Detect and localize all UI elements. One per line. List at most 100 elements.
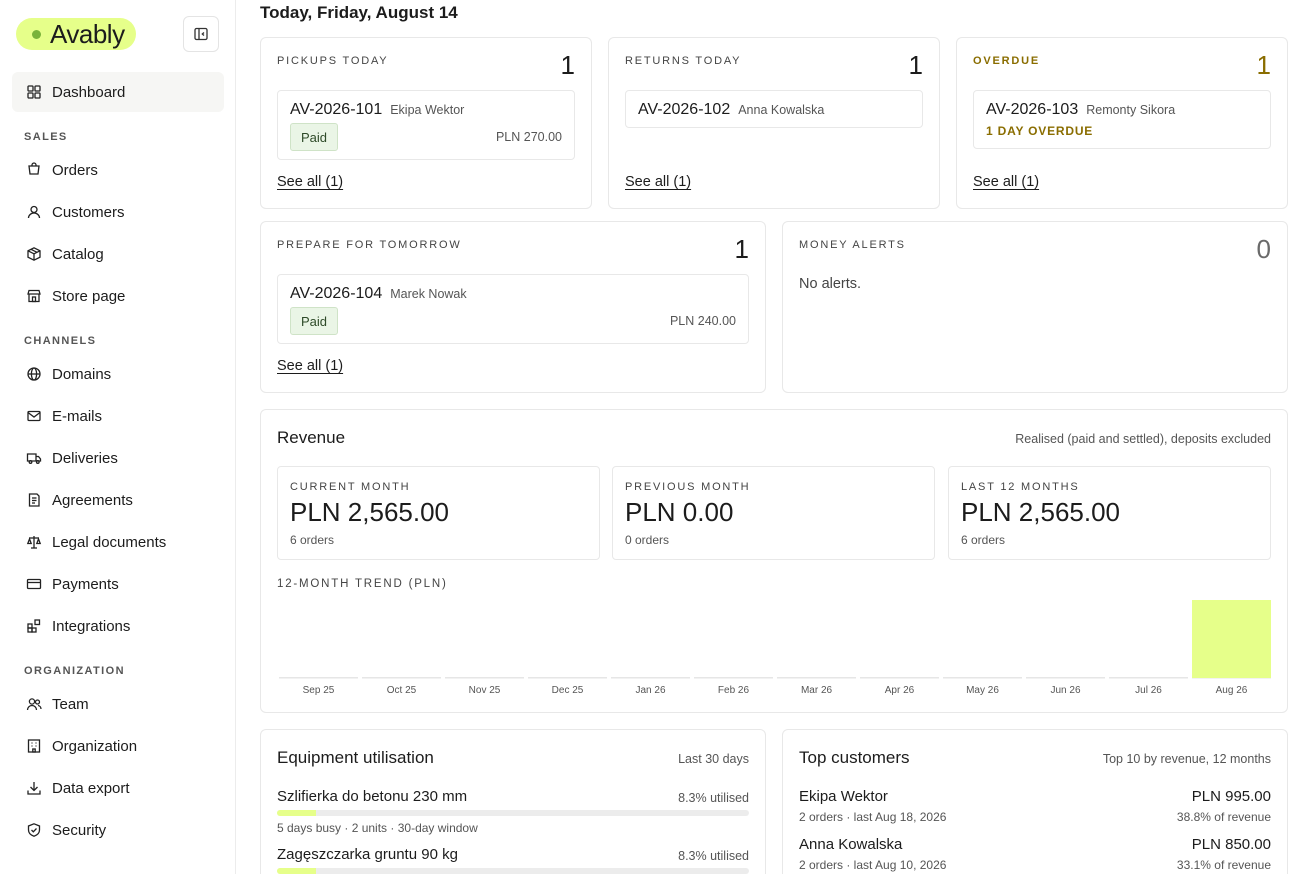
overdue-card: OVERDUE 1 AV-2026-103 Remonty Sikora 1 DA… [956,37,1288,209]
globe-icon [27,367,41,381]
nav-section-organization: ORGANIZATION [24,665,125,677]
trend-tick-label: Sep 25 [303,685,335,696]
sidebar-item-label: Catalog [52,245,104,263]
customer-name[interactable]: Ekipa Wektor [799,788,888,805]
utilisation-bar [277,810,749,816]
order-item[interactable]: AV-2026-102 Anna Kowalska [625,90,923,128]
sidebar-item-payments[interactable]: Payments [12,564,224,604]
brand-name: Avably [50,18,125,49]
prepare-tomorrow-card: PREPARE FOR TOMORROW 1 AV-2026-104 Marek … [260,221,766,393]
sidebar-item-orders[interactable]: Orders [12,150,224,190]
brand-logo[interactable]: Avably [16,18,136,50]
order-id: AV-2026-103 [986,101,1079,118]
sidebar-item-label: Payments [52,575,119,593]
trend-label: 12-MONTH TREND (PLN) [277,578,448,590]
order-amount: PLN 270.00 [495,130,562,144]
card-count: 0 [1256,234,1271,264]
building-icon [27,739,41,753]
sidebar-item-legal-documents[interactable]: Legal documents [12,522,224,562]
order-id-row: AV-2026-102 Anna Kowalska [638,101,824,119]
customer-meta: 2 orders · last Aug 18, 2026 [799,810,947,824]
returns-today-card: RETURNS TODAY 1 AV-2026-102 Anna Kowalska… [608,37,940,209]
section-title: Equipment utilisation [277,748,434,767]
order-id: AV-2026-104 [290,285,383,302]
equipment-utilisation: 8.3% utilised [678,791,749,805]
section-title: Revenue [277,428,346,447]
sidebar-item-label: Agreements [52,491,133,509]
sidebar-item-customers[interactable]: Customers [12,192,224,232]
shield-icon [27,823,41,837]
box-icon [27,247,41,261]
order-item[interactable]: AV-2026-103 Remonty Sikora 1 DAY OVERDUE [973,90,1271,149]
order-amount: PLN 240.00 [669,314,736,328]
see-all-link[interactable]: See all (1) [277,174,343,190]
sidebar-item-e-mails[interactable]: E-mails [12,396,224,436]
stat-sub: 6 orders [961,533,1006,547]
sidebar-item-agreements[interactable]: Agreements [12,480,224,520]
stat-label: CURRENT MONTH [290,481,411,493]
see-all-link[interactable]: See all (1) [277,358,343,374]
trend-baseline [445,677,524,679]
order-customer: Anna Kowalska [738,103,825,117]
sidebar: Avably Dashboard SALES Orders Customers … [0,0,236,874]
order-item[interactable]: AV-2026-101 Ekipa Wektor Paid PLN 270.00 [277,90,575,160]
order-id-row: AV-2026-103 Remonty Sikora [986,101,1175,119]
truck-icon [26,453,42,464]
sidebar-collapse-button[interactable] [183,16,219,52]
trend-tick-label: Apr 26 [885,685,915,696]
sidebar-item-integrations[interactable]: Integrations [12,606,224,646]
sidebar-item-dashboard[interactable]: Dashboard [12,72,224,112]
customer-revenue: PLN 850.00 [1191,836,1271,853]
equipment-utilisation-card: Equipment utilisation Last 30 days Szlif… [260,729,766,874]
trend-baseline [279,677,358,679]
sidebar-item-store-page[interactable]: Store page [12,276,224,316]
card-count: 1 [734,234,749,264]
trend-bar [1192,600,1271,678]
card-count: 1 [560,50,575,80]
equipment-name: Szlifierka do betonu 230 mm [277,788,468,805]
sidebar-item-catalog[interactable]: Catalog [12,234,224,274]
section-title: Top customers [799,748,910,767]
customer-revenue-share: 33.1% of revenue [1176,858,1271,872]
trend-tick-label: Dec 25 [552,685,584,696]
page-title: Today, Friday, August 14 [260,3,458,22]
trend-tick-label: May 26 [966,685,999,696]
see-all-link[interactable]: See all (1) [973,174,1039,190]
trend-baseline [860,677,939,679]
order-id-row: AV-2026-104 Marek Nowak [290,285,467,303]
sidebar-item-security[interactable]: Security [12,810,224,850]
order-customer: Remonty Sikora [1086,103,1176,117]
sidebar-item-team[interactable]: Team [12,684,224,724]
trend-baseline [1109,677,1188,679]
sidebar-item-deliveries[interactable]: Deliveries [12,438,224,478]
stat-label: PREVIOUS MONTH [625,481,751,493]
see-all-link[interactable]: See all (1) [625,174,691,190]
card-label: PICKUPS TODAY [277,55,389,67]
sidebar-item-label: Legal documents [52,533,167,551]
sidebar-item-data-export[interactable]: Data export [12,768,224,808]
sidebar-item-domains[interactable]: Domains [12,354,224,394]
order-item[interactable]: AV-2026-104 Marek Nowak Paid PLN 240.00 [277,274,749,344]
empty-state-text: No alerts. [799,276,862,292]
status-badge: Paid [290,123,339,151]
sidebar-item-organization[interactable]: Organization [12,726,224,766]
trend-tick-label: Oct 25 [387,685,417,696]
money-alerts-card: MONEY ALERTS 0 No alerts. [782,221,1288,393]
customer-name[interactable]: Anna Kowalska [799,836,902,853]
user-icon [27,205,41,219]
card-label: PREPARE FOR TOMORROW [277,239,462,251]
trend-baseline [777,677,856,679]
trend-baseline [694,677,773,679]
store-icon [27,289,41,303]
trend-baseline [1026,677,1105,679]
trend-tick-label: Jun 26 [1050,685,1080,696]
equipment-name: Zagęszczarka gruntu 90 kg [277,846,458,863]
customer-meta: 2 orders · last Aug 10, 2026 [799,858,947,872]
sidebar-item-label: Deliveries [52,449,118,467]
utilisation-bar-fill [277,810,317,816]
stat-value: PLN 2,565.00 [961,497,1121,527]
order-id: AV-2026-101 [290,101,383,118]
team-icon [26,698,42,711]
trend-tick-label: Feb 26 [718,685,750,696]
overdue-status: 1 DAY OVERDUE [986,124,1094,138]
